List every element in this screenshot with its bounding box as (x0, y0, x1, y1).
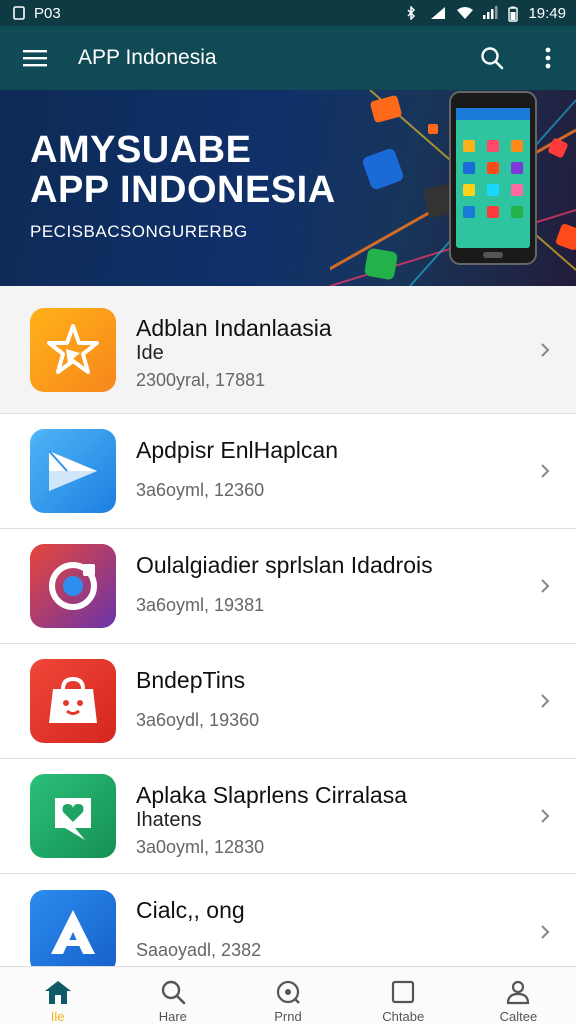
banner-title: AMYSUABE APP INDONESIA (30, 130, 336, 210)
app-meta: 3a6oyml, 12360 (136, 480, 265, 500)
nav-label: Hare (158, 1009, 187, 1024)
app-name: Apdpisr EnlHaplcan (136, 437, 339, 463)
chevron-right-icon (541, 809, 550, 823)
square-icon (392, 980, 415, 1004)
app-text: Apdpisr EnlHaplcan 3a6oyml, 12360 (136, 436, 516, 501)
list-item[interactable]: BndepTins 3a6oydl, 19360 (0, 644, 576, 759)
battery-icon (508, 6, 519, 22)
app-icon (30, 544, 116, 628)
promo-banner[interactable]: AMYSUABE APP INDONESIA PECISBACSONGURERB… (0, 90, 576, 286)
list-item[interactable]: Cialc,, ong Saaoyadl, 2382 (0, 874, 576, 966)
chevron-right-icon (541, 464, 550, 478)
status-left: P03 (12, 5, 61, 22)
home-icon (44, 981, 71, 1004)
app-icon (30, 774, 116, 858)
app-icon (30, 307, 116, 392)
list-item[interactable]: Oulalgiadier sprlslan Idadrois 3a6oyml, … (0, 529, 576, 644)
app-meta: 3a6oydl, 19360 (136, 710, 260, 730)
nav-label: Prnd (274, 1009, 302, 1024)
banner-subtitle: PECISBACSONGURERBG (30, 222, 248, 241)
app-text: Aplaka Slaprlens Cirralasa Ihatens 3a0oy… (136, 781, 516, 858)
more-options-button[interactable] (520, 26, 576, 90)
search-icon (161, 980, 186, 1005)
nav-item-discover[interactable]: Prnd (230, 967, 345, 1024)
app-list: Adblan Indanlaasia Ide 2300yral, 17881 A… (0, 286, 576, 966)
sim-icon (12, 6, 28, 20)
a-letter-icon (51, 909, 95, 954)
nav-item-home[interactable]: Ile (0, 967, 115, 1024)
list-item[interactable]: Adblan Indanlaasia Ide 2300yral, 17881 (0, 286, 576, 414)
search-button[interactable] (464, 26, 520, 90)
banner-title-line2: APP INDONESIA (30, 169, 336, 211)
bluetooth-icon (404, 5, 420, 21)
app-name: Adblan Indanlaasia (136, 315, 332, 341)
discover-icon (276, 980, 300, 1004)
app-name: Oulalgiadier sprlslan Idadrois (136, 552, 433, 578)
app-subtitle: Ide (136, 342, 164, 364)
app-meta: 3a0oyml, 12830 (136, 837, 265, 857)
app-text: BndepTins 3a6oydl, 19360 (136, 666, 516, 731)
nav-label: Caltee (499, 1009, 538, 1024)
app-icon (30, 659, 116, 743)
nav-item-search[interactable]: Hare (115, 967, 230, 1024)
signal-icon (430, 6, 446, 20)
list-item[interactable]: Apdpisr EnlHaplcan 3a6oyml, 12360 (0, 414, 576, 529)
app-name: Cialc,, ong (136, 897, 245, 923)
camera-icon (49, 562, 97, 610)
chevron-right-icon (541, 924, 550, 939)
nav-label: Ile (50, 1009, 65, 1024)
star-icon (47, 323, 99, 374)
bottom-nav: Ile Hare Prnd Chtabe Caltee (0, 966, 576, 1024)
phone-illustration (330, 90, 576, 286)
more-vert-icon (545, 47, 551, 69)
wifi-icon (456, 6, 474, 20)
app-subtitle: Ihatens (136, 809, 202, 831)
list-item[interactable]: Aplaka Slaprlens Cirralasa Ihatens 3a0oy… (0, 759, 576, 874)
heart-chat-icon (55, 798, 91, 840)
chevron-right-icon (541, 342, 550, 357)
nav-label: Chtabe (382, 1009, 425, 1024)
app-text: Cialc,, ong Saaoyadl, 2382 (136, 896, 516, 961)
app-meta: 2300yral, 17881 (136, 370, 266, 390)
app-icon (30, 429, 116, 513)
bag-icon (49, 676, 97, 723)
app-text: Adblan Indanlaasia Ide 2300yral, 17881 (136, 314, 516, 391)
search-icon (481, 47, 504, 70)
app-name: BndepTins (136, 667, 246, 693)
nav-item-library[interactable]: Chtabe (346, 967, 461, 1024)
app-meta: 3a6oyml, 19381 (136, 595, 265, 615)
app-bar: APP Indonesia (0, 26, 576, 90)
status-right: 19:49 (404, 5, 566, 22)
app-text: Oulalgiadier sprlslan Idadrois 3a6oyml, … (136, 551, 516, 616)
app-icon (30, 889, 116, 966)
status-left-text: P03 (34, 4, 61, 22)
signal-icon (482, 6, 498, 20)
status-time: 19:49 (528, 4, 566, 22)
nav-item-profile[interactable]: Caltee (461, 967, 576, 1024)
app-title: APP Indonesia (78, 46, 217, 69)
status-bar: P03 19:49 (0, 0, 576, 26)
app-name: Aplaka Slaprlens Cirralasa (136, 782, 408, 808)
play-icon (48, 450, 97, 491)
menu-icon (23, 50, 47, 67)
chevron-right-icon (541, 579, 550, 593)
app-meta: Saaoyadl, 2382 (136, 940, 262, 960)
profile-icon (507, 980, 530, 1005)
banner-title-line1: AMYSUABE (30, 129, 252, 171)
menu-button[interactable] (0, 26, 70, 90)
chevron-right-icon (541, 694, 550, 708)
